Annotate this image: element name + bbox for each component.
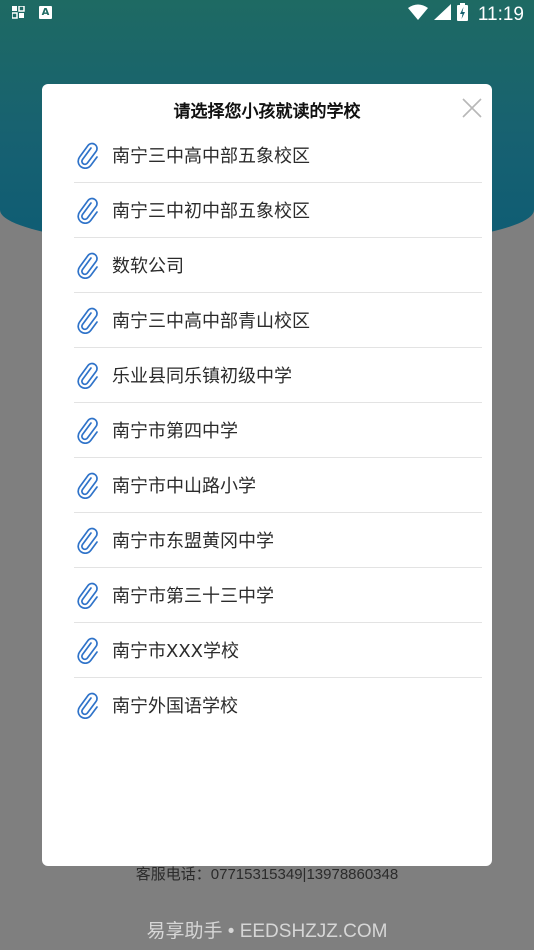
status-bar: A 11:19	[0, 0, 534, 28]
school-name: 乐业县同乐镇初级中学	[112, 366, 292, 387]
grid-icon	[12, 6, 25, 19]
school-name: 南宁市东盟黄冈中学	[112, 531, 274, 552]
school-list-item[interactable]: 南宁市东盟黄冈中学	[74, 513, 482, 568]
service-phone: 客服电话：07715315349|13978860348	[135, 866, 399, 883]
school-list-item[interactable]: 南宁三中初中部五象校区	[74, 183, 482, 238]
school-name: 南宁外国语学校	[112, 696, 238, 717]
signal-icon	[433, 4, 451, 25]
a-badge-icon: A	[39, 6, 52, 19]
paperclip-icon	[76, 196, 100, 225]
school-name: 南宁三中初中部五象校区	[112, 201, 310, 222]
school-list-item[interactable]: 南宁外国语学校	[74, 678, 482, 732]
dialog-title: 请选择您小孩就读的学校	[173, 102, 361, 122]
school-name: 南宁市第三十三中学	[112, 586, 274, 607]
paperclip-icon	[76, 251, 100, 280]
paperclip-icon	[76, 691, 100, 720]
school-name: 南宁三中高中部青山校区	[112, 311, 310, 332]
battery-charging-icon	[456, 3, 468, 26]
school-name: 南宁市中山路小学	[112, 476, 256, 497]
paperclip-icon	[76, 526, 100, 555]
school-name: 数软公司	[112, 256, 184, 277]
school-list: 南宁三中高中部五象校区 南宁三中初中部五象校区 数软公司 南宁三中高中部青山校区…	[74, 128, 482, 732]
close-icon[interactable]	[460, 96, 484, 120]
school-name: 南宁市第四中学	[112, 421, 238, 442]
paperclip-icon	[76, 306, 100, 335]
school-list-item[interactable]: 数软公司	[74, 238, 482, 293]
school-list-item[interactable]: 南宁市中山路小学	[74, 458, 482, 513]
paperclip-icon	[76, 636, 100, 665]
school-list-item[interactable]: 南宁市第三十三中学	[74, 568, 482, 623]
paperclip-icon	[76, 581, 100, 610]
paperclip-icon	[76, 141, 100, 170]
school-list-item[interactable]: 南宁市XXX学校	[74, 623, 482, 678]
wifi-icon	[407, 4, 428, 25]
paperclip-icon	[76, 471, 100, 500]
clock: 11:19	[477, 3, 524, 25]
paperclip-icon	[76, 361, 100, 390]
watermark: 易享助手 • EEDSHZJZ.COM	[146, 921, 388, 942]
school-name: 南宁三中高中部五象校区	[112, 146, 310, 167]
paperclip-icon	[76, 416, 100, 445]
school-name: 南宁市XXX学校	[112, 641, 239, 662]
school-select-dialog: 请选择您小孩就读的学校 南宁三中高中部五象校区 南宁三中初中部五象校区 数软公司…	[42, 84, 492, 866]
school-list-item[interactable]: 乐业县同乐镇初级中学	[74, 348, 482, 403]
school-list-item[interactable]: 南宁三中高中部青山校区	[74, 293, 482, 348]
school-list-item[interactable]: 南宁三中高中部五象校区	[74, 128, 482, 183]
school-list-item[interactable]: 南宁市第四中学	[74, 403, 482, 458]
